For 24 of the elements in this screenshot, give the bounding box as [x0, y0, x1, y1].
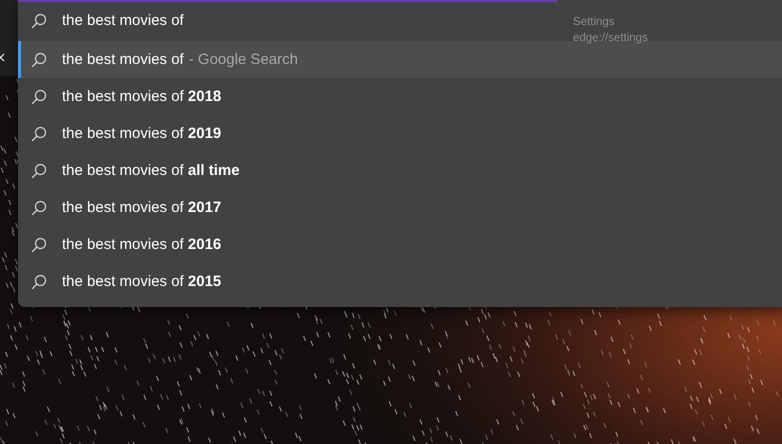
search-icon	[31, 12, 47, 28]
search-icon	[31, 162, 47, 178]
suggestion-text: the best movies of 2015	[62, 273, 222, 290]
suggestion-text: the best movies of 2019	[62, 125, 222, 142]
search-icon	[31, 88, 47, 104]
search-icon	[31, 236, 47, 252]
suggestion-text: the best movies of 2017	[62, 199, 222, 216]
suggestion-item[interactable]: the best movies of 2015	[18, 263, 782, 300]
suggestion-item[interactable]: the best movies of 2019	[18, 115, 782, 152]
search-icon	[31, 274, 47, 290]
address-field[interactable]: the best movies of	[62, 12, 362, 29]
suggestion-text: the best movies of all time	[62, 162, 240, 179]
suggestion-item[interactable]: the best movies of all time	[18, 152, 782, 189]
suggestion-item[interactable]: the best movies of 2016	[18, 226, 782, 263]
suggestion-text: the best movies of	[62, 51, 184, 68]
suggestion-text: the best movies of 2018	[62, 88, 222, 105]
search-icon	[31, 200, 47, 216]
suggestion-source: - Google Search	[188, 51, 298, 68]
search-icon	[31, 52, 47, 68]
suggestion-item[interactable]: the best movies of 2018	[18, 78, 782, 115]
search-icon	[31, 126, 47, 142]
tooltip-title: Settings	[573, 15, 616, 30]
suggestion-item[interactable]: the best movies of 2017	[18, 189, 782, 226]
suggestion-text: the best movies of 2016	[62, 236, 222, 253]
